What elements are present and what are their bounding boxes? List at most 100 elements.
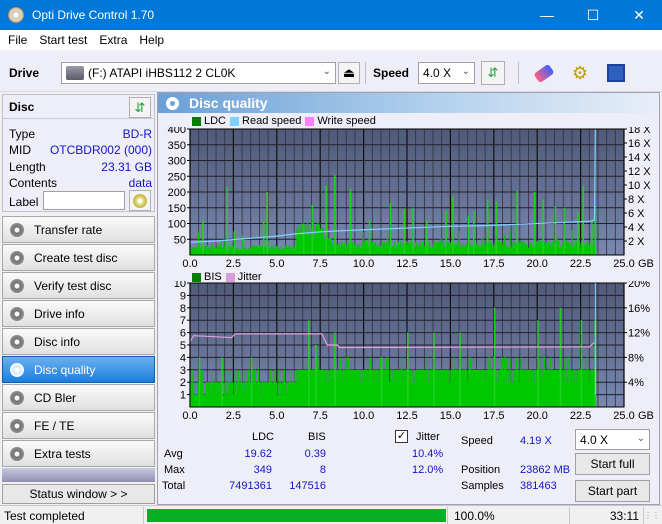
resize-grip-icon[interactable]: ⋮⋮	[644, 511, 660, 520]
row-label: MID	[9, 143, 31, 157]
disc-row-length: Length 23.31 GB	[9, 160, 152, 174]
eraser-icon	[533, 63, 555, 83]
y2-tick-label: 12 X	[628, 166, 651, 178]
chevron-down-icon: ⌄	[636, 433, 645, 444]
x-axis-label: GB	[638, 410, 654, 421]
nav-disc-quality[interactable]: Disc quality	[2, 356, 155, 383]
data-peak	[582, 185, 584, 255]
menu-file[interactable]: File	[8, 33, 27, 47]
y-tick-label: 6	[180, 328, 186, 340]
nav-cd-bler[interactable]: CD Bler	[2, 384, 155, 411]
y-tick-label: 150	[168, 203, 186, 215]
jitter-max-value: 12.0%	[412, 464, 444, 476]
y2-tick-label: 4%	[628, 377, 644, 389]
disc-refresh-button[interactable]: ⇵	[129, 97, 151, 118]
x-tick-label: 5.0	[269, 258, 284, 269]
status-text: Test completed	[2, 507, 144, 524]
app-disc-icon	[8, 7, 24, 23]
bis-max-value: 8	[319, 464, 326, 476]
data-peak	[266, 192, 268, 255]
refresh-button[interactable]: ⇵	[481, 61, 505, 85]
y-tick-label: 200	[168, 187, 186, 199]
nav-transfer-rate[interactable]: Transfer rate	[2, 216, 155, 243]
save-button[interactable]	[604, 61, 628, 85]
gears-icon: ⚙	[571, 62, 589, 83]
y-tick-label: 7	[180, 315, 186, 327]
disc-quality-icon	[10, 362, 24, 377]
minimize-button[interactable]: —	[524, 0, 570, 30]
x-tick-label: 0.0	[182, 410, 197, 421]
disc-info-icon	[10, 334, 24, 349]
nav-drive-info[interactable]: Drive info	[2, 300, 155, 327]
x-tick-label: 15.0	[440, 410, 461, 421]
x-axis-label: GB	[638, 258, 654, 269]
y-tick-label: 350	[168, 140, 186, 152]
y2-tick-label: 18 X	[628, 127, 651, 136]
y-tick-label: 250	[168, 171, 186, 183]
nav-label: Drive info	[34, 306, 85, 321]
row-value: OTCBDR002 (000)	[49, 143, 152, 157]
data-peak	[198, 357, 201, 407]
start-part-button[interactable]: Start part	[575, 480, 650, 502]
close-button[interactable]: ✕	[616, 0, 662, 30]
eject-icon: ⏏	[342, 65, 356, 80]
status-window-button[interactable]: Status window > >	[2, 484, 155, 504]
disc-row-mid: MID OTCBDR002 (000)	[9, 143, 152, 157]
x-tick-label: 7.5	[313, 410, 328, 421]
menu-help[interactable]: Help	[139, 33, 164, 47]
row-value: BD-R	[122, 127, 152, 141]
maximize-button[interactable]: ☐	[570, 0, 616, 30]
y2-tick-label: 14 X	[628, 152, 651, 164]
toolbar-divider	[518, 62, 519, 84]
data-peak	[493, 307, 496, 407]
test-speed-select[interactable]: 4.0 X ⌄	[575, 429, 650, 450]
eject-button[interactable]: ⏏	[338, 62, 360, 84]
y-tick-label: 300	[168, 156, 186, 168]
nav-extra-tests[interactable]: Extra tests	[2, 440, 155, 467]
jitter-avg-value: 10.4%	[412, 448, 444, 460]
nav-label: Transfer rate	[34, 222, 103, 237]
disc-quality-icon	[166, 96, 179, 110]
data-peak	[580, 320, 583, 407]
data-peak	[542, 199, 545, 255]
nav-verify-test-disc[interactable]: Verify test disc	[2, 272, 155, 299]
data-peak	[577, 212, 579, 255]
menu-extra[interactable]: Extra	[99, 33, 127, 47]
settings-button[interactable]: ⚙	[568, 61, 592, 85]
stats-total-label: Total	[162, 480, 186, 492]
disc-info-panel: Disc ⇵ Type BD-R MID OTCBDR002 (000) Lengt…	[2, 94, 155, 212]
data-peak	[349, 188, 352, 255]
data-peak	[202, 220, 204, 255]
y2-tick-label: 8%	[628, 352, 644, 364]
nav-create-test-disc[interactable]: Create test disc	[2, 244, 155, 271]
jitter-checkbox[interactable]: ✓	[395, 430, 408, 443]
drive-select[interactable]: (F:) ATAPI iHBS112 2 CL0K ⌄	[61, 62, 336, 84]
label-field-label: Label	[9, 195, 39, 209]
start-full-button[interactable]: Start full	[575, 453, 650, 475]
nav-label: Disc quality	[34, 362, 96, 377]
jitter-label: Jitter	[416, 431, 440, 443]
data-peak	[412, 207, 414, 255]
menu-start-test[interactable]: Start test	[39, 33, 87, 47]
nav-fe-te[interactable]: FE / TE	[2, 412, 155, 439]
window-title: Opti Drive Control 1.70	[32, 8, 155, 22]
x-tick-label: 12.5	[396, 410, 417, 421]
data-peak	[459, 332, 461, 407]
label-disc-button[interactable]	[129, 190, 151, 211]
nav-disc-info[interactable]: Disc info	[2, 328, 155, 355]
bis-total-value: 147516	[289, 480, 326, 492]
data-peak	[334, 174, 336, 255]
speed-select[interactable]: 4.0 X ⌄	[418, 62, 475, 84]
status-bar: Test completed 100.0% 33:11 ⋮⋮	[0, 505, 662, 524]
speed-label: Speed	[373, 66, 410, 80]
refresh-arrows-icon: ⇵	[134, 99, 146, 115]
menu-bar: File Start test Extra Help	[0, 30, 662, 50]
data-peak	[226, 187, 229, 255]
data-peak	[433, 332, 435, 407]
erase-button[interactable]	[532, 61, 556, 85]
data-peak	[221, 357, 223, 407]
disc-header-label: Disc	[9, 99, 35, 114]
drive-icon	[66, 66, 84, 80]
nav-label: Disc info	[34, 334, 81, 349]
label-input[interactable]	[43, 191, 125, 210]
